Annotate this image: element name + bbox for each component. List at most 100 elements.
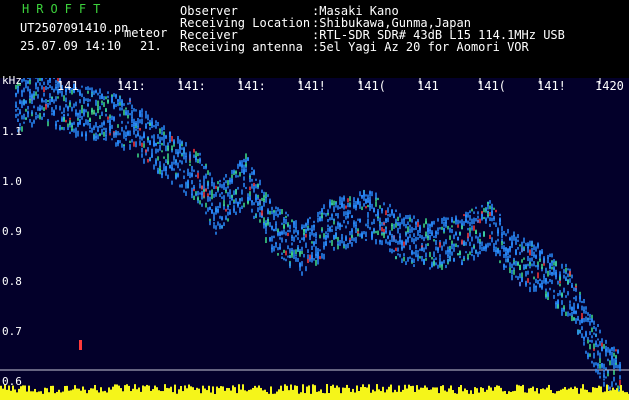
trace-dot xyxy=(339,239,341,246)
trace-dot xyxy=(357,233,359,237)
trace-dot xyxy=(613,370,615,375)
trace-dot xyxy=(477,236,479,241)
trace-dot xyxy=(97,105,99,110)
trace-dot xyxy=(295,227,297,233)
x-tick-4: 141! xyxy=(297,79,326,93)
trace-dot xyxy=(571,285,573,288)
trace-dot xyxy=(105,131,107,136)
noise-floor-bar xyxy=(128,385,130,400)
trace-dot xyxy=(411,218,413,223)
noise-floor-bar xyxy=(376,384,378,400)
trace-dot xyxy=(171,136,173,142)
trace-dot xyxy=(449,255,451,262)
trace-dot xyxy=(245,168,247,173)
trace-dot xyxy=(443,241,445,247)
trace-dot xyxy=(321,253,323,259)
trace-dot xyxy=(457,236,459,241)
trace-dot xyxy=(217,181,219,185)
trace-dot xyxy=(211,189,213,195)
trace-dot xyxy=(555,275,557,280)
trace-dot xyxy=(227,180,229,186)
noise-floor-bar xyxy=(268,393,270,400)
trace-dot xyxy=(79,112,81,119)
noise-floor-bar xyxy=(84,389,86,400)
noise-floor-bar xyxy=(38,391,40,400)
trace-dot xyxy=(355,237,357,244)
trace-dot xyxy=(25,79,27,85)
noise-floor-bar xyxy=(170,386,172,400)
trace-dot xyxy=(509,246,511,251)
trace-dot xyxy=(251,200,253,206)
trace-dot xyxy=(303,224,305,229)
trace-dot xyxy=(607,370,609,374)
trace-dot xyxy=(265,196,267,203)
noise-floor-bar xyxy=(114,384,116,400)
trace-dot xyxy=(603,375,605,379)
trace-dot xyxy=(155,158,157,164)
trace-dot xyxy=(225,173,227,178)
trace-dot xyxy=(257,197,259,200)
trace-dot xyxy=(377,197,379,201)
trace-dot xyxy=(301,246,303,251)
trace-dot xyxy=(49,99,51,105)
trace-dot xyxy=(77,121,79,126)
noise-floor-bar xyxy=(110,389,112,400)
noise-floor-bar xyxy=(578,393,580,400)
trace-dot xyxy=(345,244,347,250)
trace-dot xyxy=(37,106,39,111)
trace-dot xyxy=(127,131,129,136)
trace-dot xyxy=(429,223,431,227)
trace-dot xyxy=(549,278,551,283)
trace-dot xyxy=(387,210,389,213)
noise-floor-bar xyxy=(154,385,156,400)
trace-dot xyxy=(365,194,367,197)
x-tick-3: 141: xyxy=(237,79,266,93)
trace-dot xyxy=(459,231,461,235)
noise-floor-bar xyxy=(424,385,426,400)
noise-floor-bar xyxy=(544,389,546,400)
x-tick-6: 141 xyxy=(417,79,439,93)
trace-dot xyxy=(235,211,237,216)
trace-dot xyxy=(271,206,273,210)
trace-dot xyxy=(251,183,253,189)
trace-dot xyxy=(357,218,359,221)
trace-dot xyxy=(147,121,149,125)
trace-dot xyxy=(155,148,157,154)
trace-dot xyxy=(485,208,487,212)
noise-floor-bar xyxy=(618,391,620,400)
trace-dot xyxy=(49,78,51,81)
trace-dot xyxy=(325,213,327,217)
noise-floor-bar xyxy=(52,385,54,400)
trace-dot xyxy=(609,348,611,351)
trace-dot xyxy=(353,205,355,208)
trace-dot xyxy=(405,223,407,229)
trace-dot xyxy=(599,358,601,364)
trace-dot xyxy=(385,239,387,244)
trace-dot xyxy=(473,217,475,220)
noise-floor-bar xyxy=(488,385,490,400)
trace-dot xyxy=(371,231,373,237)
noise-floor-bar xyxy=(166,387,168,400)
trace-dot xyxy=(225,217,227,221)
trace-dot xyxy=(603,378,605,381)
trace-dot xyxy=(461,239,463,245)
trace-dot xyxy=(325,231,327,234)
trace-dot xyxy=(341,201,343,208)
trace-dot xyxy=(301,261,303,267)
trace-dot xyxy=(429,235,431,240)
trace-dot xyxy=(135,128,137,131)
trace-dot xyxy=(143,140,145,144)
trace-dot xyxy=(415,244,417,249)
trace-dot xyxy=(193,148,195,153)
trace-dot xyxy=(507,255,509,261)
trace-dot xyxy=(597,324,599,327)
trace-dot xyxy=(567,279,569,285)
trace-dot xyxy=(135,141,137,148)
trace-dot xyxy=(113,104,115,110)
trace-dot xyxy=(343,203,345,210)
trace-dot xyxy=(593,348,595,351)
noise-floor-bar xyxy=(44,387,46,400)
trace-dot xyxy=(351,214,353,218)
trace-dot xyxy=(587,312,589,316)
trace-dot xyxy=(95,112,97,117)
